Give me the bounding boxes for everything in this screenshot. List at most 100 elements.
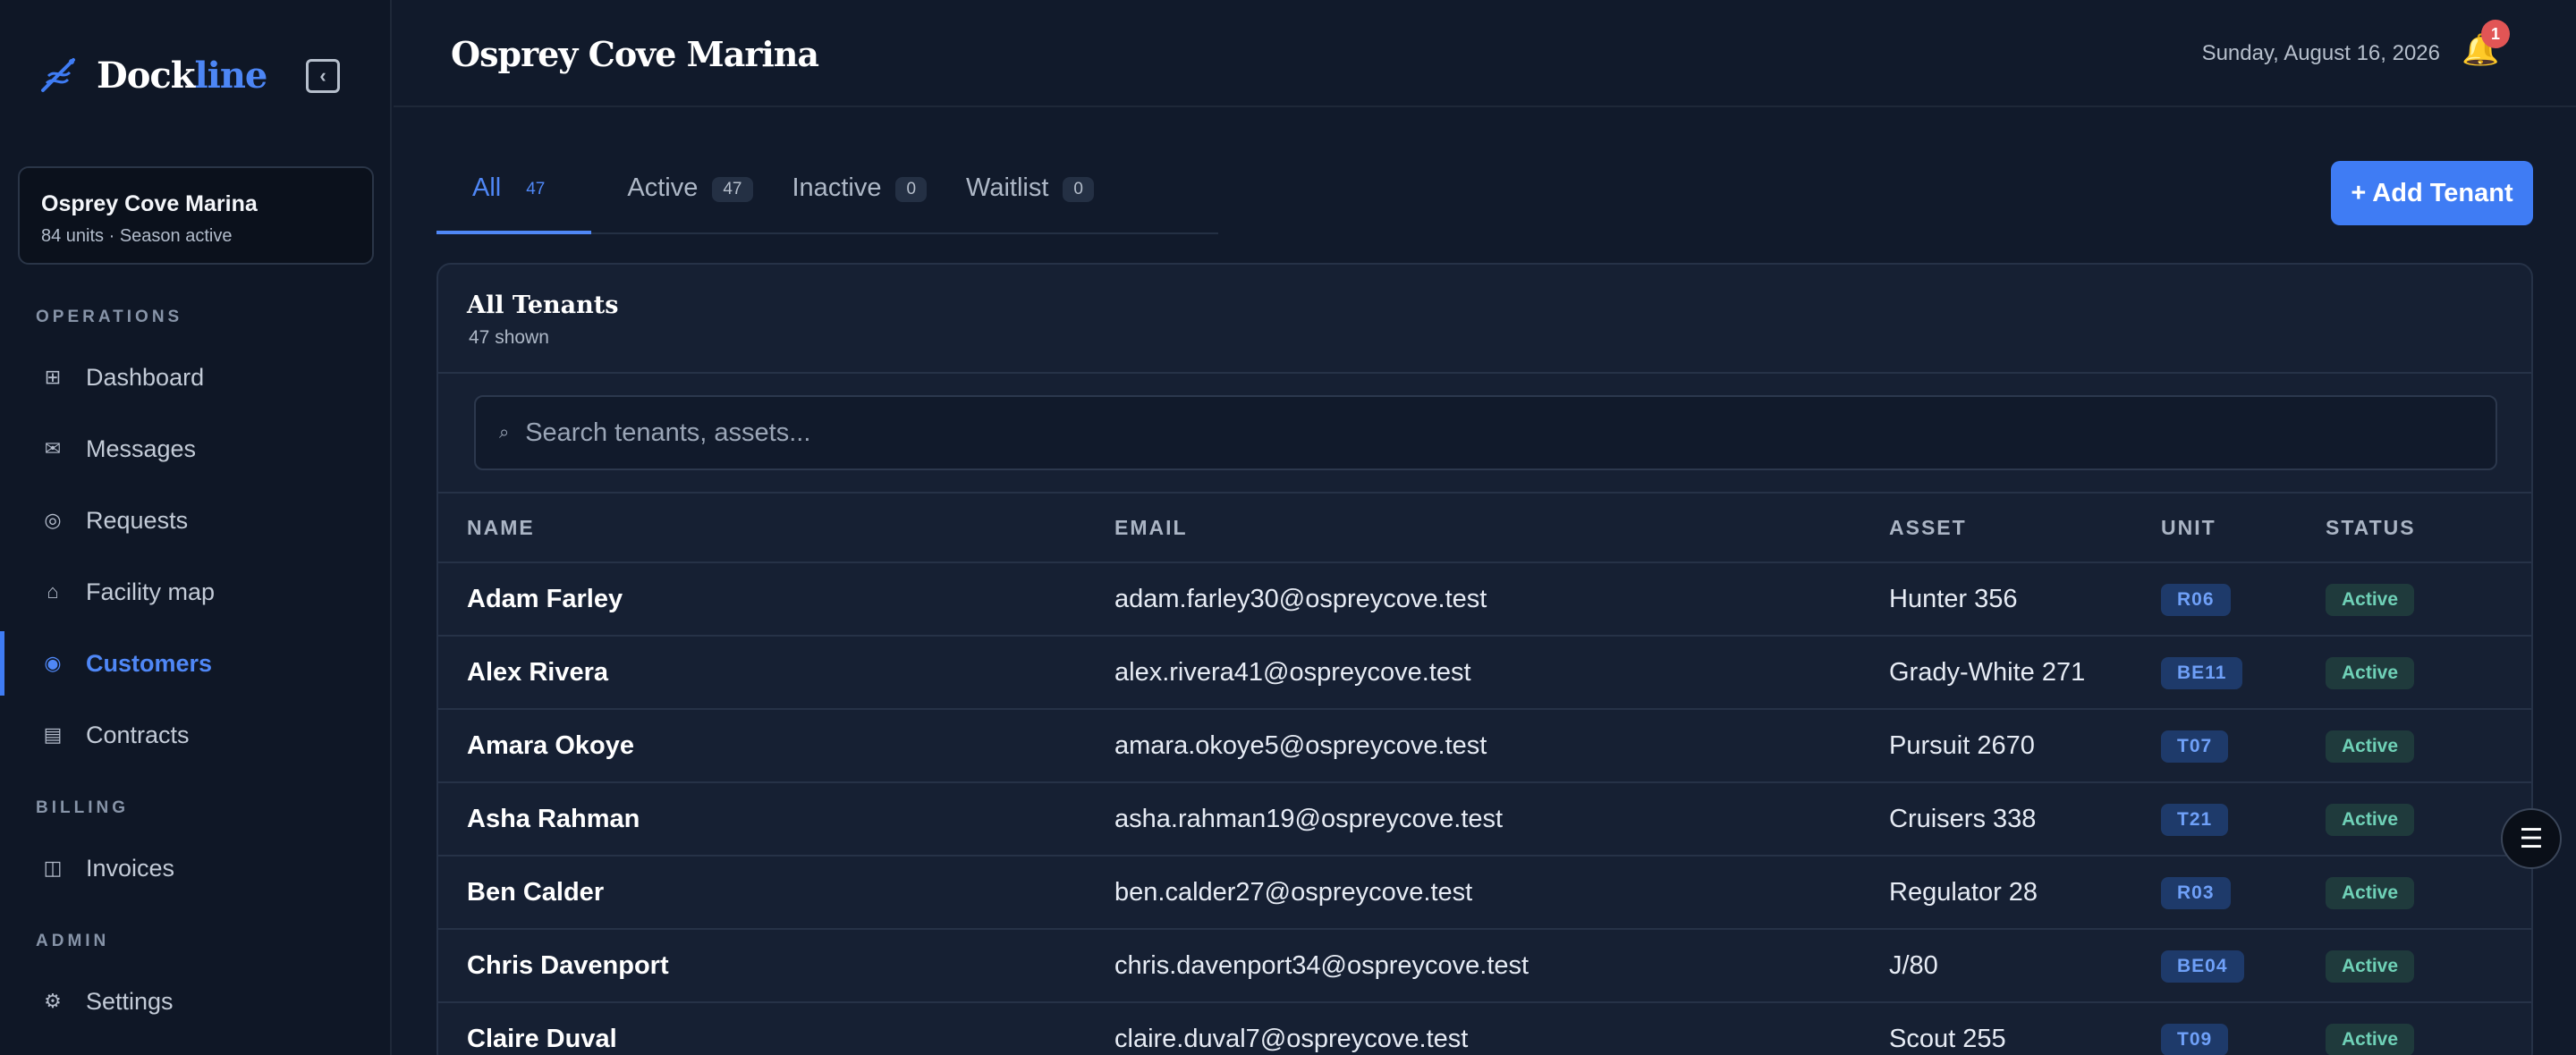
unit-badge: R06 [2161,583,2231,616]
unit-badge: BE11 [2161,656,2243,689]
page-title: Osprey Cove Marina [451,34,819,74]
tab-label: Active [627,173,699,202]
current-date: Sunday, August 16, 2026 [2201,41,2440,65]
status-badge: Active [2326,803,2415,836]
top-header: Osprey Cove Marina Sunday, August 16, 20… [394,0,2576,107]
status-badge: Active [2326,583,2415,616]
tenant-name: Claire Duval [467,1024,617,1053]
sidebar-item-label: Messages [86,435,197,462]
rope-logo-icon [41,58,75,92]
lifebuoy-icon: ◎ [44,509,62,531]
sidebar-item-label: Customers [86,649,213,677]
sidebar-item-messages[interactable]: ✉ Messages [0,417,390,481]
filter-list-icon: ☰ [2519,823,2544,854]
tenant-name: Chris Davenport [467,950,669,980]
sidebar-item-contracts[interactable]: ▤ Contracts [0,703,390,767]
unit-badge: T09 [2161,1023,2229,1055]
table-body: Adam Farley adam.farley30@ospreycove.tes… [438,561,2531,1055]
table-row[interactable]: Adam Farley adam.farley30@ospreycove.tes… [438,561,2531,635]
sidebar-item-dashboard[interactable]: ⊞ Dashboard [0,345,390,409]
tenant-name: Adam Farley [467,584,623,613]
status-badge: Active [2326,950,2415,983]
sidebar-item-label: Contracts [86,721,190,748]
tenant-name: Amara Okoye [467,730,634,760]
invoice-icon: ◫ [43,857,63,879]
marina-selector[interactable]: Osprey Cove Marina 84 units · Season act… [18,166,374,265]
unit-badge: T21 [2161,803,2229,836]
status-badge: Active [2326,730,2415,763]
tab-waitlist[interactable]: Waitlist 0 [966,157,1094,234]
column-header-name[interactable]: NAME [467,516,535,540]
tenant-email: claire.duval7@ospreycove.test [1114,1024,1469,1053]
tab-label: Waitlist [966,173,1049,202]
sidebar-item-invoices[interactable]: ◫ Invoices [0,836,390,900]
tenant-email: asha.rahman19@ospreycove.test [1114,804,1504,833]
home-icon: ⌂ [47,580,59,603]
tenant-email: amara.okoye5@ospreycove.test [1114,730,1487,760]
tenant-asset: Grady-White 271 [1889,657,2086,687]
tab-all[interactable]: All 47 [436,157,592,234]
column-header-email[interactable]: EMAIL [1114,516,1188,540]
tenant-name: Ben Calder [467,877,605,907]
table-row[interactable]: Chris Davenport chris.davenport34@osprey… [438,928,2531,1001]
marina-name: Osprey Cove Marina [41,191,258,216]
tenant-tabs: All 47 Active 47 Inactive 0 Waitlist 0 [436,157,1218,234]
sidebar-item-settings[interactable]: ⚙ Settings [0,969,390,1034]
status-badge: Active [2326,656,2415,689]
add-tenant-button[interactable]: + Add Tenant [2331,161,2533,225]
unit-badge: T07 [2161,730,2229,763]
section-label-billing: BILLING [36,798,129,817]
document-icon: ▤ [43,723,63,746]
floating-action-button[interactable]: ☰ [2501,808,2562,869]
tenant-email: chris.davenport34@ospreycove.test [1114,950,1530,980]
tenant-asset: Hunter 356 [1889,584,2018,613]
table-row[interactable]: Alex Rivera alex.rivera41@ospreycove.tes… [438,635,2531,708]
table-row[interactable]: Asha Rahman asha.rahman19@ospreycove.tes… [438,781,2531,855]
card-title: All Tenants [467,291,619,319]
tab-count: 0 [895,177,928,202]
card-subtitle: 47 shown [469,327,549,348]
sidebar-item-label: Settings [86,987,174,1015]
tenant-asset: Cruisers 338 [1889,804,2037,833]
tab-count: 0 [1063,177,1094,202]
sidebar-item-label: Requests [86,506,189,534]
column-header-unit[interactable]: UNIT [2161,516,2216,540]
table-header: NAME EMAIL ASSET UNIT STATUS [438,494,2531,561]
table-row[interactable]: Amara Okoye amara.okoye5@ospreycove.test… [438,708,2531,781]
sidebar: Dockline ‹ Osprey Cove Marina 84 units ·… [0,0,392,1055]
tab-count: 47 [526,180,546,198]
sidebar-item-label: Dashboard [86,363,205,391]
section-label-operations: OPERATIONS [36,308,183,326]
customers-icon: ◉ [44,652,62,674]
gear-icon: ⚙ [44,990,62,1012]
tab-active[interactable]: Active 47 [627,157,753,234]
tenant-asset: Scout 255 [1889,1024,2006,1053]
sidebar-item-requests[interactable]: ◎ Requests [0,488,390,553]
tenant-asset: J/80 [1889,950,1938,980]
search-icon: ⌕ [499,422,510,443]
status-badge: Active [2326,1023,2415,1055]
collapse-sidebar-button[interactable]: ‹ [306,59,340,93]
tenant-name: Asha Rahman [467,804,640,833]
brand-logo[interactable]: Dockline [36,50,267,100]
sidebar-item-facility-map[interactable]: ⌂ Facility map [0,560,390,624]
sidebar-item-customers[interactable]: ◉ Customers [0,631,390,696]
tenant-name: Alex Rivera [467,657,608,687]
search-box: ⌕ [474,395,2497,470]
tenant-email: alex.rivera41@ospreycove.test [1114,657,1471,687]
marina-meta: 84 units · Season active [41,226,233,246]
column-header-status[interactable]: STATUS [2326,516,2416,540]
table-row[interactable]: Ben Calder ben.calder27@ospreycove.test … [438,855,2531,928]
notification-badge: 1 [2481,20,2510,48]
grid-icon: ⊞ [44,366,62,388]
column-header-asset[interactable]: ASSET [1889,516,1967,540]
panel-collapse-icon: ‹ [319,64,326,87]
tab-inactive[interactable]: Inactive 0 [792,157,928,234]
table-row[interactable]: Claire Duval claire.duval7@ospreycove.te… [438,1001,2531,1055]
tenants-card: All Tenants 47 shown ⌕ NAME EMAIL ASSET … [436,263,2533,1055]
tab-label: All [472,173,502,202]
brand-name: Dockline [97,54,267,97]
search-input[interactable] [525,418,2315,448]
tenant-asset: Pursuit 2670 [1889,730,2035,760]
divider [438,372,2531,374]
